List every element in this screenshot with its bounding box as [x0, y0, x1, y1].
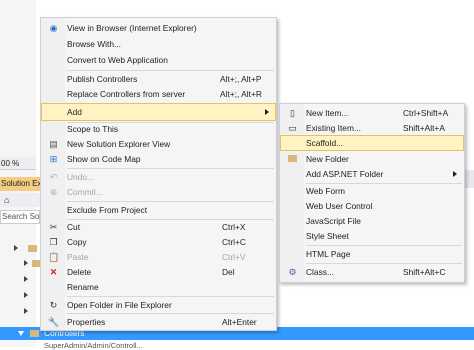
menu-item-undo[interactable]: ↶ Undo... — [42, 170, 275, 184]
menu-separator — [67, 201, 274, 202]
menu-item-cut[interactable]: ✂ Cut Ctrl+X — [42, 220, 275, 234]
menu-item-paste[interactable]: 📋 Paste Ctrl+V — [42, 250, 275, 264]
menu-item-convert-web-app[interactable]: Convert to Web Application — [42, 53, 275, 67]
copy-icon: ❐ — [49, 237, 58, 247]
submenu-item-web-user-control[interactable]: Web User Control — [281, 199, 463, 213]
submenu-item-class[interactable]: ⚙ Class... Shift+Alt+C — [281, 265, 463, 279]
menu-item-copy[interactable]: ❐ Copy Ctrl+C — [42, 235, 275, 249]
browser-icon: ◉ — [49, 23, 58, 33]
existing-item-icon: ▭ — [288, 123, 297, 133]
menu-item-commit[interactable]: ⊕ Commit... — [42, 185, 275, 199]
menu-separator — [67, 70, 274, 71]
menu-item-delete[interactable]: ✕ Delete Del — [42, 265, 275, 279]
menu-item-show-code-map[interactable]: ⊞ Show on Code Map — [42, 152, 275, 166]
menu-item-open-folder[interactable]: ↻ Open Folder in File Explorer — [42, 298, 275, 312]
menu-item-browse-with[interactable]: Browse With... — [42, 37, 275, 51]
menu-item-add[interactable]: Add — [41, 103, 276, 121]
open-folder-icon: ↻ — [49, 300, 58, 310]
new-item-icon: ▯ — [290, 108, 295, 118]
submenu-item-add-aspnet-folder[interactable]: Add ASP.NET Folder — [281, 167, 463, 181]
tree-expander[interactable] — [24, 260, 28, 266]
submenu-item-style-sheet[interactable]: Style Sheet — [281, 229, 463, 243]
wrench-icon: 🔧 — [48, 317, 60, 327]
solution-explorer-title: Solution Exp — [0, 177, 40, 191]
menu-separator — [67, 168, 274, 169]
submenu-item-scaffold[interactable]: Scaffold... — [280, 135, 464, 151]
menu-item-scope-to-this[interactable]: Scope to This — [42, 122, 275, 136]
undo-icon: ↶ — [49, 172, 58, 182]
submenu-arrow-icon — [453, 171, 457, 177]
ide-background — [0, 0, 36, 347]
code-map-icon: ⊞ — [49, 154, 58, 164]
class-icon: ⚙ — [288, 267, 297, 277]
new-view-icon: ▤ — [49, 139, 58, 149]
home-icon[interactable]: ⌂ — [4, 195, 9, 205]
menu-item-publish-controllers[interactable]: Publish Controllers Alt+;, Alt+P — [42, 72, 275, 86]
folder-icon — [28, 245, 37, 252]
submenu-item-web-form[interactable]: Web Form — [281, 184, 463, 198]
menu-item-replace-controllers[interactable]: Replace Controllers from server Alt+;, A… — [42, 87, 275, 101]
submenu-item-existing-item[interactable]: ▭ Existing Item... Shift+Alt+A — [281, 121, 463, 135]
submenu-arrow-icon — [265, 109, 269, 115]
delete-icon: ✕ — [49, 267, 58, 277]
add-submenu: ▯ New Item... Ctrl+Shift+A ▭ Existing It… — [279, 103, 465, 283]
menu-item-exclude-from-project[interactable]: Exclude From Project — [42, 203, 275, 217]
menu-item-view-in-browser[interactable]: ◉ View in Browser (Internet Explorer) — [42, 21, 275, 35]
menu-item-rename[interactable]: Rename — [42, 280, 275, 294]
submenu-item-new-folder[interactable]: New Folder — [281, 152, 463, 166]
paste-icon: 📋 — [48, 252, 60, 262]
solution-explorer-search[interactable]: Search Solu — [0, 210, 40, 224]
tree-expander[interactable] — [24, 308, 28, 314]
menu-item-properties[interactable]: 🔧 Properties Alt+Enter — [42, 315, 275, 329]
menu-separator — [306, 263, 462, 264]
menu-separator — [306, 245, 462, 246]
context-menu: ◉ View in Browser (Internet Explorer) Br… — [40, 17, 277, 331]
menu-separator — [67, 296, 274, 297]
tree-expander[interactable] — [14, 245, 18, 251]
submenu-item-new-item[interactable]: ▯ New Item... Ctrl+Shift+A — [281, 106, 463, 120]
tree-node-partial[interactable]: SuperAdmin/Admin/Controll... — [44, 341, 143, 350]
menu-separator — [67, 313, 274, 314]
tree-expander[interactable] — [24, 292, 28, 298]
expanded-arrow-icon[interactable] — [18, 331, 24, 336]
submenu-item-html-page[interactable]: HTML Page — [281, 247, 463, 261]
menu-item-new-se-view[interactable]: ▤ New Solution Explorer View — [42, 137, 275, 151]
cut-icon: ✂ — [49, 222, 58, 232]
new-folder-icon — [287, 154, 298, 164]
zoom-level[interactable]: 00 % — [0, 157, 36, 170]
solution-explorer-toolbar: ⌂ — [0, 193, 40, 207]
folder-icon — [30, 330, 39, 337]
tree-expander[interactable] — [24, 276, 28, 282]
commit-icon: ⊕ — [49, 187, 58, 197]
submenu-item-javascript-file[interactable]: JavaScript File — [281, 214, 463, 228]
